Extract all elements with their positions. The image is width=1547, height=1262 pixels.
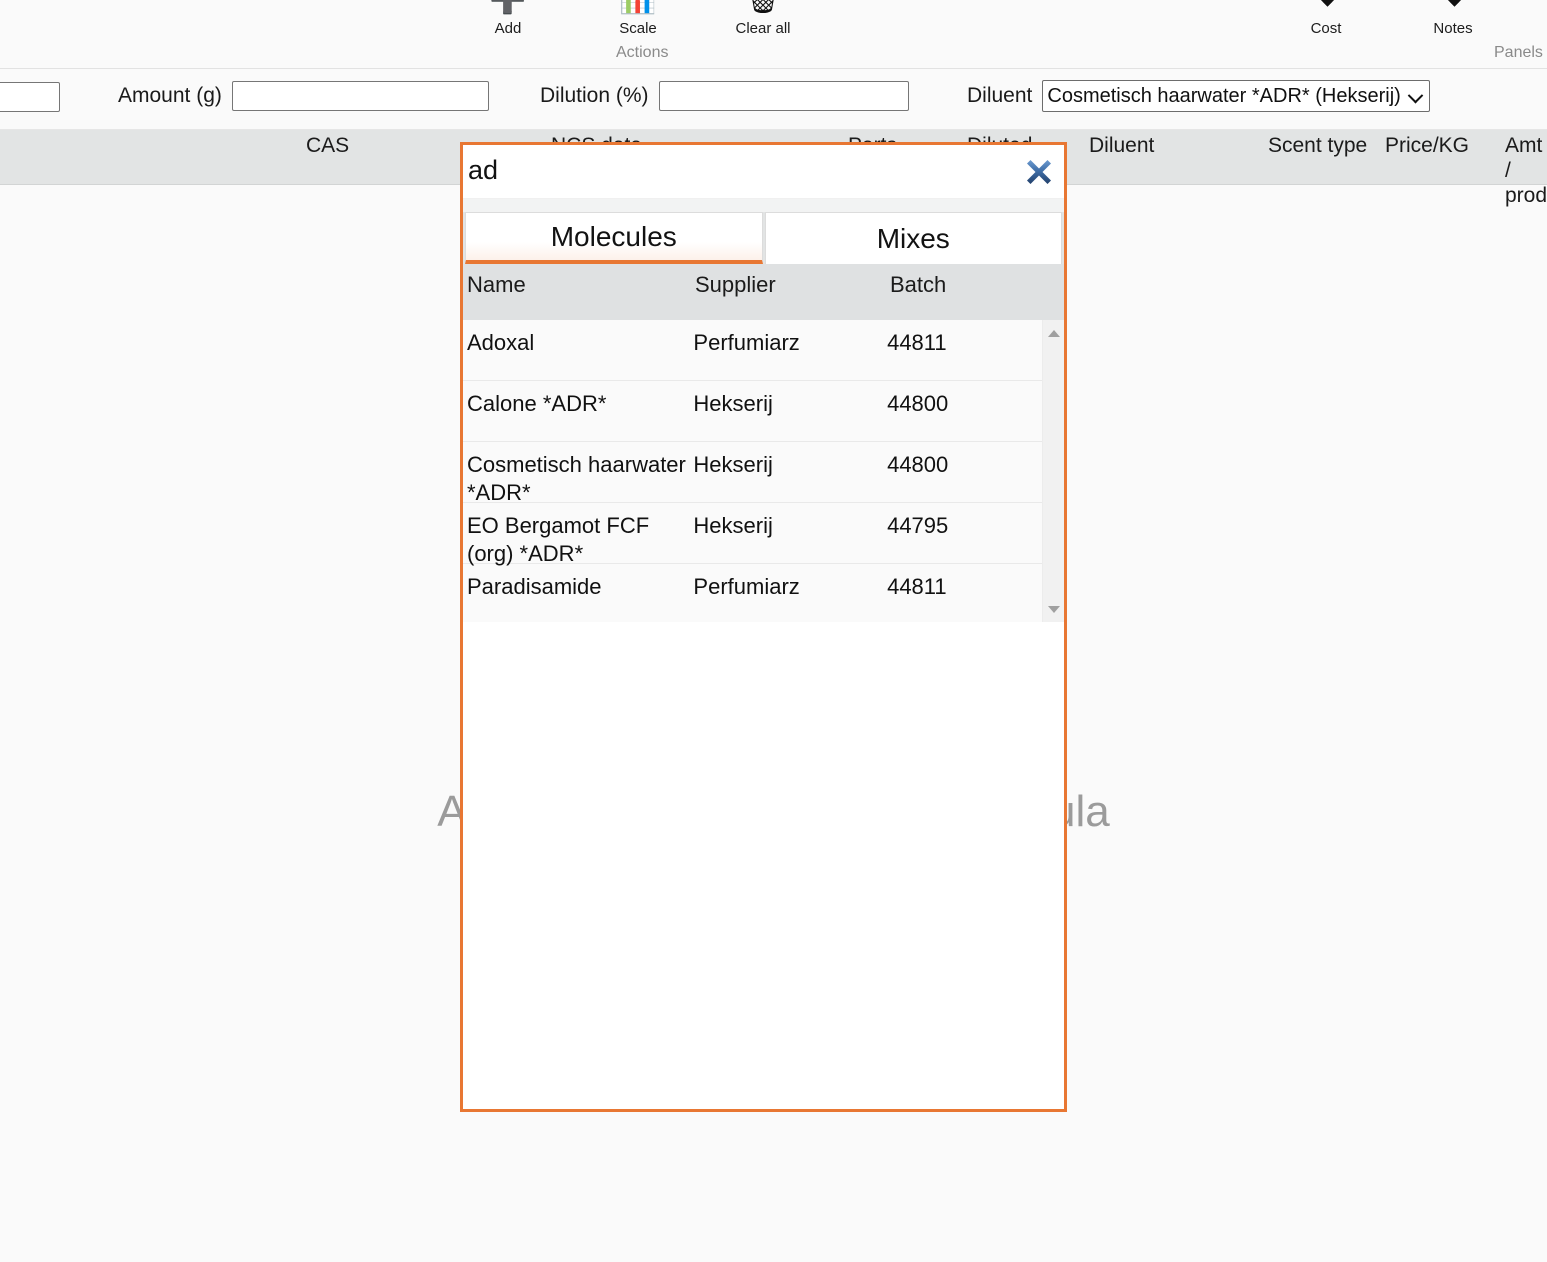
list-item-batch: 44811 — [887, 330, 947, 355]
scale-icon: 📊 — [590, 0, 686, 16]
list-column-header-batch: Batch — [890, 272, 947, 297]
diluent-field: Diluent Cosmetisch haarwater *ADR* (Heks… — [967, 80, 1431, 112]
tab-molecules-label: Molecules — [550, 220, 677, 252]
list-item-supplier: Hekserij — [693, 513, 773, 538]
chevron-down-icon — [1405, 0, 1501, 16]
column-header-scent-type: Scent type — [1268, 134, 1368, 157]
cost-button-label: Cost — [1310, 20, 1342, 37]
notes-button[interactable]: Notes — [1405, 0, 1501, 37]
list-item-supplier: Perfumiarz — [693, 574, 800, 599]
clear-all-button[interactable]: 🗑 Clear all — [715, 0, 811, 37]
column-header-diluent: Diluent — [1089, 134, 1155, 157]
scroll-up-arrow-icon[interactable] — [1043, 324, 1064, 342]
list-item-batch: 44800 — [887, 391, 949, 416]
results-list-body: Adoxal Perfumiarz 44811 Calone *ADR* Hek… — [463, 320, 1064, 622]
left-partial-input[interactable] — [0, 82, 60, 112]
scale-button-label: Scale — [619, 20, 657, 37]
scroll-down-arrow-icon[interactable] — [1043, 600, 1064, 618]
clear-all-icon: 🗑 — [715, 0, 811, 16]
list-column-header-name: Name — [467, 272, 526, 297]
ribbon-group-panels: Cost Notes Panels — [1230, 0, 1547, 68]
column-header-amt-prod: Amt / prod — [1505, 134, 1547, 207]
actions-group-caption: Actions — [616, 44, 669, 61]
dilution-field: Dilution (%) — [540, 81, 909, 111]
results-list-header: Name Supplier Batch — [463, 264, 1064, 320]
column-header-price-kg: Price/KG — [1385, 134, 1470, 157]
list-item-supplier: Hekserij — [693, 391, 773, 416]
tab-molecules[interactable]: Molecules — [465, 212, 763, 264]
amount-field: Amount (g) — [118, 81, 489, 111]
results-list-rows: Adoxal Perfumiarz 44811 Calone *ADR* Hek… — [463, 320, 1042, 622]
list-column-header-supplier: Supplier — [695, 272, 776, 297]
amount-label: Amount (g) — [118, 84, 222, 107]
list-item-supplier: Perfumiarz — [693, 330, 800, 355]
ribbon-group-actions: ➕ Add 📊 Scale 🗑 Clear all Actions — [420, 0, 860, 68]
list-item-name: Adoxal — [467, 330, 535, 355]
search-input[interactable] — [466, 145, 1010, 196]
results-scrollbar[interactable] — [1042, 320, 1064, 622]
list-item-batch: 44811 — [887, 574, 947, 599]
column-header-cas: CAS — [306, 134, 350, 157]
notes-button-label: Notes — [1433, 20, 1473, 37]
list-item[interactable]: EO Bergamot FCF (org) *ADR* Hekserij 447… — [463, 503, 1042, 566]
list-item-batch: 44795 — [887, 513, 949, 538]
list-item-batch: 44800 — [887, 452, 949, 477]
popup-tabs: Molecules Mixes — [463, 212, 1064, 264]
tab-mixes[interactable]: Mixes — [764, 212, 1062, 264]
popup-spacer — [463, 199, 1064, 212]
panels-group-caption: Panels — [1494, 44, 1543, 61]
list-item-name: Paradisamide — [467, 574, 602, 599]
list-item-supplier: Hekserij — [693, 452, 773, 477]
popup-empty-area — [463, 622, 1064, 1102]
cost-button[interactable]: Cost — [1278, 0, 1374, 37]
formula-input-row: Amount (g) Dilution (%) Diluent Cosmetis… — [0, 69, 1547, 130]
dilution-label: Dilution (%) — [540, 84, 649, 107]
dilution-input[interactable] — [658, 81, 909, 111]
close-icon[interactable] — [1024, 156, 1054, 186]
ribbon-toolbar: ➕ Add 📊 Scale 🗑 Clear all Actions Cost N… — [0, 0, 1547, 69]
tab-mixes-label: Mixes — [876, 222, 950, 254]
list-item-name: EO Bergamot FCF (org) *ADR* — [467, 513, 650, 566]
clear-all-button-label: Clear all — [735, 20, 791, 37]
add-button-label: Add — [494, 20, 522, 37]
list-item-name: Calone *ADR* — [467, 391, 607, 416]
scale-button[interactable]: 📊 Scale — [590, 0, 686, 37]
plus-icon: ➕ — [460, 0, 556, 16]
material-search-popup: Molecules Mixes Name Supplier Batch Adox… — [460, 142, 1067, 1112]
diluent-select[interactable]: Cosmetisch haarwater *ADR* (Hekserij) — [1042, 80, 1431, 112]
amount-input[interactable] — [231, 81, 489, 111]
list-item-name: Cosmetisch haarwater *ADR* — [467, 452, 686, 505]
chevron-down-icon — [1278, 0, 1374, 16]
list-item[interactable]: Calone *ADR* Hekserij 44800 — [463, 381, 1042, 442]
left-partial-field[interactable] — [0, 82, 60, 112]
diluent-label: Diluent — [967, 84, 1033, 107]
list-item[interactable]: Cosmetisch haarwater *ADR* Hekserij 4480… — [463, 442, 1042, 505]
add-button[interactable]: ➕ Add — [460, 0, 556, 37]
list-item[interactable]: Adoxal Perfumiarz 44811 — [463, 320, 1042, 381]
popup-search-bar — [463, 145, 1064, 199]
list-item[interactable]: Paradisamide Perfumiarz 44811 — [463, 564, 1042, 622]
